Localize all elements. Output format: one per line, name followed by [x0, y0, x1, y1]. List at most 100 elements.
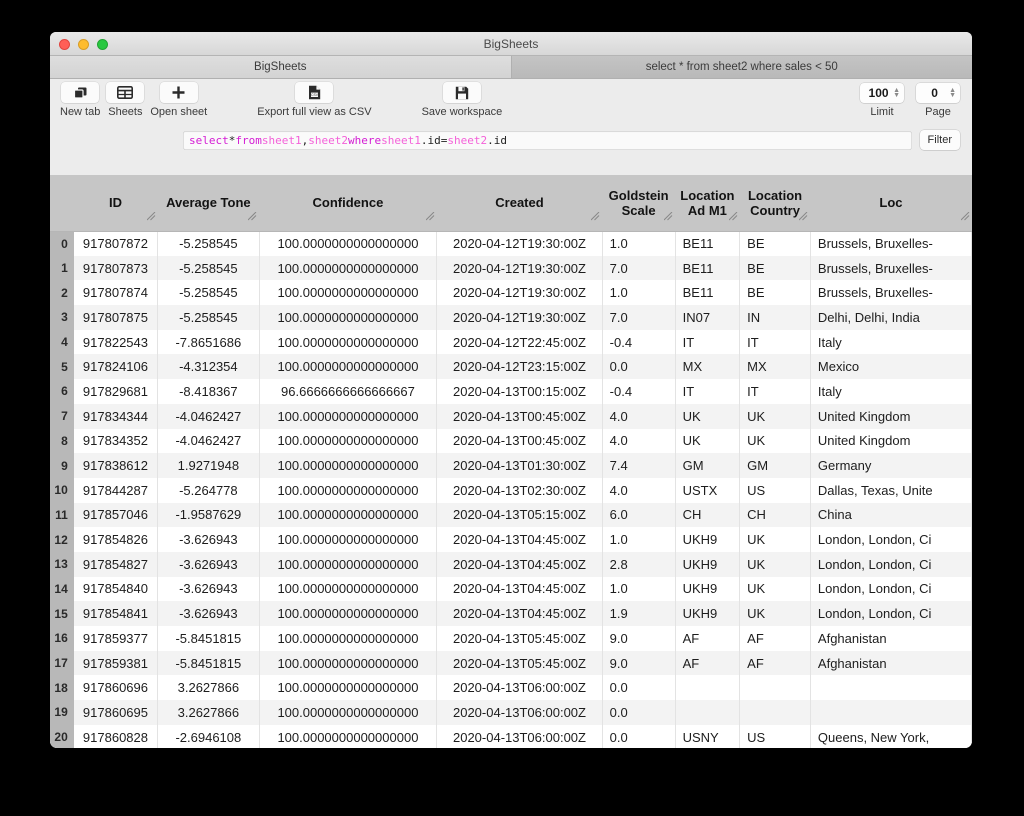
table-cell[interactable]: 9.0 [602, 626, 676, 651]
table-row[interactable]: 3 917807875 -5.258545 100.0000000000000000 2… [50, 305, 972, 330]
table-cell[interactable]: Brussels, Bruxelles- [810, 280, 972, 306]
table-cell[interactable] [810, 700, 972, 725]
table-cell[interactable]: -5.8451815 [157, 650, 260, 676]
table-cell[interactable]: -4.312354 [157, 354, 260, 380]
table-cell[interactable] [675, 675, 741, 701]
table-cell[interactable]: -0.4 [602, 329, 676, 355]
table-cell[interactable]: 100.0000000000000000 [259, 527, 438, 552]
table-cell[interactable]: 917857046 [73, 502, 159, 528]
table-cell[interactable]: 100.0000000000000000 [259, 576, 438, 602]
table-cell[interactable]: 1.0 [602, 231, 676, 256]
new-tab-button[interactable]: New tab [60, 82, 100, 118]
table-cell[interactable]: 917854841 [73, 601, 159, 626]
table-cell[interactable]: 2020-04-13T05:45:00Z [436, 626, 603, 651]
table-cell[interactable]: IN [739, 305, 811, 330]
table-cell[interactable]: AF [675, 626, 741, 651]
table-cell[interactable]: 2020-04-13T00:45:00Z [436, 403, 603, 429]
table-cell[interactable] [675, 700, 741, 725]
column-resize-grip[interactable] [960, 211, 970, 221]
table-cell[interactable]: 3.2627866 [157, 700, 260, 725]
table-cell[interactable]: 917807872 [73, 231, 159, 256]
table-cell[interactable]: 917829681 [73, 379, 159, 404]
table-cell[interactable]: US [739, 724, 811, 748]
table-cell[interactable]: 2020-04-13T00:15:00Z [436, 379, 603, 404]
table-cell[interactable]: -4.0462427 [157, 428, 260, 454]
table-cell[interactable]: AF [739, 626, 811, 651]
table-cell[interactable]: -1.9587629 [157, 502, 260, 528]
table-cell[interactable]: 917854840 [73, 576, 159, 602]
table-cell[interactable]: 2020-04-12T19:30:00Z [436, 231, 603, 256]
table-cell[interactable]: 7.0 [602, 305, 676, 330]
table-cell[interactable]: UKH9 [675, 576, 741, 602]
table-cell[interactable]: 2020-04-13T04:45:00Z [436, 551, 603, 577]
table-cell[interactable]: 9.0 [602, 650, 676, 676]
table-cell[interactable]: -5.264778 [157, 477, 260, 503]
table-cell[interactable]: -3.626943 [157, 551, 260, 577]
query-input[interactable]: select * from sheet1, sheet2 where sheet… [183, 130, 912, 150]
table-cell[interactable]: 917859381 [73, 650, 159, 676]
table-row[interactable]: 4 917822543 -7.8651686 100.0000000000000000… [50, 329, 972, 355]
table-cell[interactable]: UKH9 [675, 551, 741, 577]
table-cell[interactable]: 917807874 [73, 280, 159, 306]
table-cell[interactable]: 2020-04-12T19:30:00Z [436, 280, 603, 306]
table-cell[interactable]: Delhi, Delhi, India [810, 305, 972, 330]
column-header-created[interactable]: Created [436, 175, 603, 232]
table-cell[interactable]: BE [739, 255, 811, 281]
table-row[interactable]: 18 917860696 3.2627866 100.0000000000000000… [50, 675, 972, 701]
table-cell[interactable]: 100.0000000000000000 [259, 626, 438, 651]
export-csv-button[interactable]: CSV Export full view as CSV [257, 82, 372, 118]
table-cell[interactable]: United Kingdom [810, 403, 972, 429]
table-cell[interactable]: China [810, 502, 972, 528]
table-row[interactable]: 7 917834344 -4.0462427 100.0000000000000000… [50, 403, 972, 429]
table-cell[interactable]: 100.0000000000000000 [259, 502, 438, 528]
table-cell[interactable]: 100.0000000000000000 [259, 477, 438, 503]
table-cell[interactable]: UKH9 [675, 601, 741, 626]
table-cell[interactable]: UK [739, 428, 811, 454]
table-cell[interactable]: 917854827 [73, 551, 159, 577]
table-cell[interactable]: -0.4 [602, 379, 676, 404]
limit-stepper-box[interactable]: 100 ▲ ▼ [860, 83, 904, 103]
table-cell[interactable]: 100.0000000000000000 [259, 675, 438, 701]
table-row[interactable]: 14 917854840 -3.626943 100.0000000000000000… [50, 576, 972, 602]
table-cell[interactable]: 2020-04-13T00:45:00Z [436, 428, 603, 454]
table-row[interactable]: 12 917854826 -3.626943 100.0000000000000000… [50, 527, 972, 552]
table-cell[interactable]: UK [739, 527, 811, 552]
table-cell[interactable]: 0.0 [602, 724, 676, 748]
table-cell[interactable]: Brussels, Bruxelles- [810, 231, 972, 256]
table-cell[interactable]: 100.0000000000000000 [259, 724, 438, 748]
table-cell[interactable]: Queens, New York, [810, 724, 972, 748]
table-cell[interactable]: IT [675, 329, 741, 355]
table-cell[interactable]: -8.418367 [157, 379, 260, 404]
table-cell[interactable]: 0.0 [602, 700, 676, 725]
table-cell[interactable]: -5.258545 [157, 255, 260, 281]
table-row[interactable]: 13 917854827 -3.626943 100.0000000000000000… [50, 551, 972, 577]
table-cell[interactable]: 917860696 [73, 675, 159, 701]
table-cell[interactable]: 917860695 [73, 700, 159, 725]
table-cell[interactable]: Dallas, Texas, Unite [810, 477, 972, 503]
save-workspace-button[interactable]: Save workspace [422, 82, 502, 118]
table-row[interactable]: 20 917860828 -2.6946108 100.000000000000000… [50, 724, 972, 748]
table-cell[interactable]: AF [739, 650, 811, 676]
table-cell[interactable]: London, London, Ci [810, 576, 972, 602]
table-cell[interactable]: 1.0 [602, 280, 676, 306]
table-cell[interactable]: MX [739, 354, 811, 380]
table-cell[interactable]: Italy [810, 329, 972, 355]
column-resize-grip[interactable] [146, 211, 156, 221]
table-cell[interactable]: -7.8651686 [157, 329, 260, 355]
table-cell[interactable]: 2020-04-12T19:30:00Z [436, 305, 603, 330]
table-cell[interactable]: 100.0000000000000000 [259, 453, 438, 478]
table-cell[interactable]: 2020-04-13T06:00:00Z [436, 724, 603, 748]
column-resize-grip[interactable] [799, 211, 808, 221]
table-cell[interactable]: 917859377 [73, 626, 159, 651]
tab-bigsheets[interactable]: BigSheets [50, 56, 512, 78]
table-row[interactable]: 15 917854841 -3.626943 100.0000000000000000… [50, 601, 972, 626]
table-cell[interactable]: CH [739, 502, 811, 528]
table-cell[interactable]: GM [739, 453, 811, 478]
table-cell[interactable]: 100.0000000000000000 [259, 280, 438, 306]
table-cell[interactable]: USTX [675, 477, 741, 503]
table-cell[interactable]: 100.0000000000000000 [259, 305, 438, 330]
table-row[interactable]: 1 917807873 -5.258545 100.0000000000000000 2… [50, 255, 972, 281]
table-cell[interactable]: 7.4 [602, 453, 676, 478]
table-cell[interactable]: 917824106 [73, 354, 159, 380]
table-cell[interactable]: CH [675, 502, 741, 528]
